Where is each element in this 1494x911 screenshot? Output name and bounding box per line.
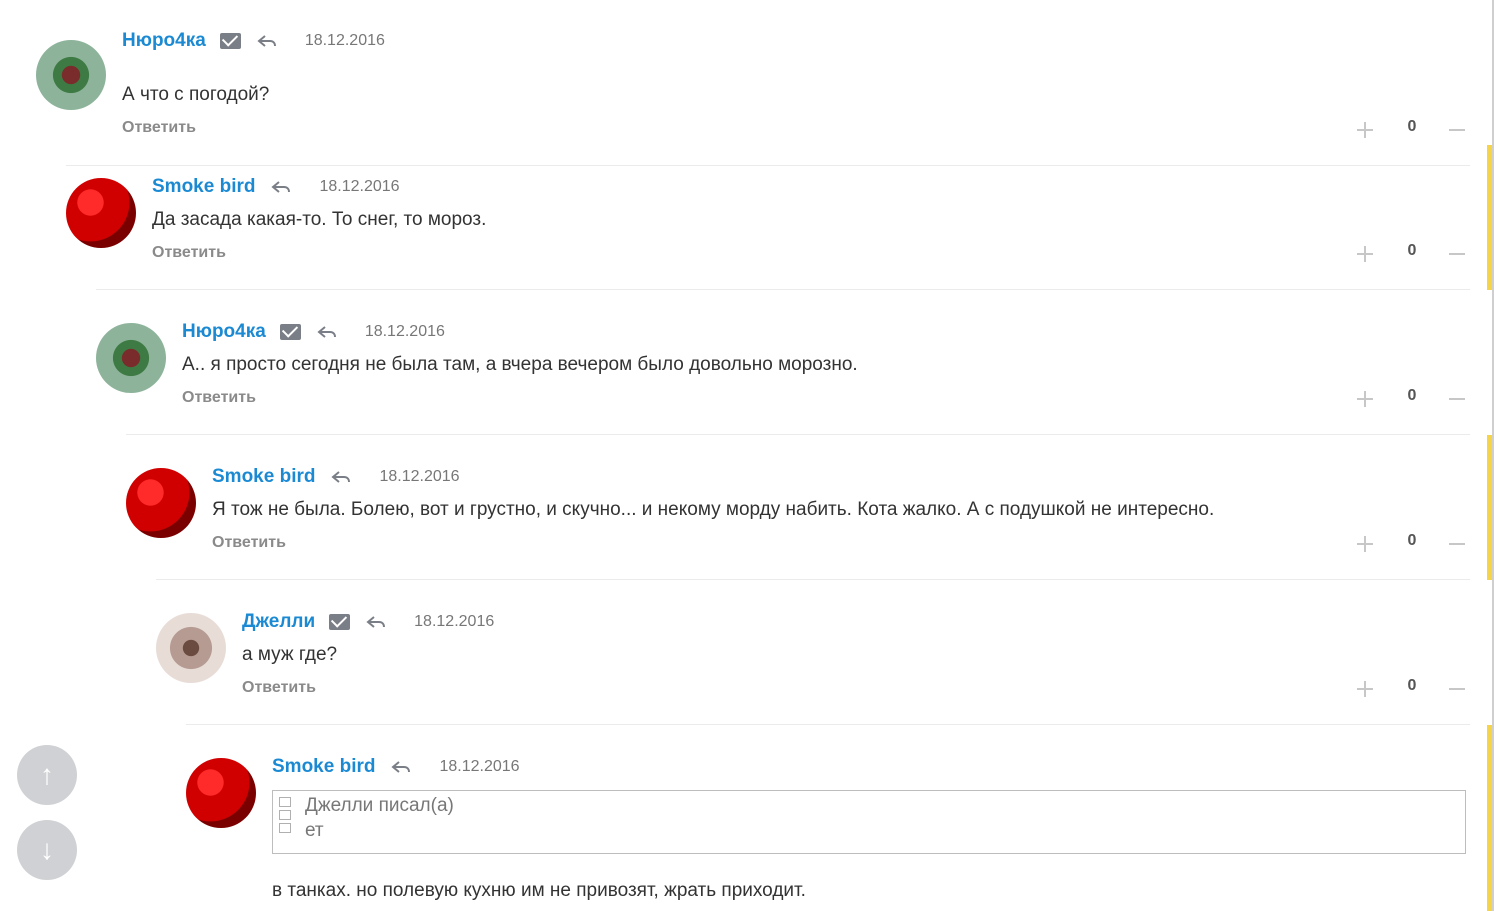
author-name[interactable]: Smoke bird: [272, 756, 375, 778]
quote-text: ет: [305, 820, 324, 841]
downvote-button[interactable]: [1444, 117, 1470, 143]
scroll-down-button[interactable]: ↓: [17, 820, 77, 880]
comment-date: 18.12.2016: [439, 758, 520, 775]
broken-image-icon: [279, 823, 291, 833]
reply-icon[interactable]: [329, 465, 353, 489]
comment-date: 18.12.2016: [379, 468, 460, 485]
comment-text: в танках. но полевую кухню им не привозя…: [272, 880, 806, 901]
comment-text: А что с погодой?: [122, 84, 270, 105]
comment-date: 18.12.2016: [414, 613, 495, 630]
comment-header: Smoke bird 18.12.2016: [152, 167, 400, 207]
avatar[interactable]: [36, 40, 106, 110]
answer-link[interactable]: Ответить: [182, 389, 256, 407]
vote-controls: 0: [1352, 386, 1470, 412]
vote-score: 0: [1407, 242, 1417, 259]
vote-score: 0: [1407, 118, 1417, 135]
vote-score: 0: [1407, 387, 1417, 404]
comment-date: 18.12.2016: [319, 178, 400, 195]
comment-text: а муж где?: [242, 644, 338, 665]
comment-text: Да засада какая-то. То снег, то мороз.: [152, 209, 487, 230]
comment-text: А.. я просто сегодня не была там, а вчер…: [182, 354, 858, 375]
comments-page: Нюро4ка 18.12.2016 А что с погодой? Отве…: [0, 0, 1494, 911]
mail-icon[interactable]: [219, 33, 241, 49]
unread-marker: [1487, 725, 1492, 911]
upvote-button[interactable]: [1352, 241, 1378, 267]
avatar[interactable]: [126, 468, 196, 538]
avatar[interactable]: [66, 178, 136, 248]
upvote-button[interactable]: [1352, 676, 1378, 702]
avatar[interactable]: [186, 758, 256, 828]
answer-link[interactable]: Ответить: [122, 119, 196, 137]
unread-marker: [1487, 435, 1492, 580]
comment: Smoke bird 18.12.2016 Да засада какая-то…: [66, 145, 1492, 290]
comment-header: Нюро4ка 18.12.2016: [122, 21, 385, 61]
comment-date: 18.12.2016: [304, 32, 385, 49]
comment: Smoke bird 18.12.2016 Я тож не была. Бол…: [126, 435, 1492, 580]
comment: Нюро4ка 18.12.2016 А.. я просто сегодня …: [96, 290, 1470, 435]
quote-title: Джелли писал(а): [305, 795, 454, 816]
broken-image-icon: [279, 810, 291, 820]
vote-score: 0: [1407, 532, 1417, 549]
broken-image-icon: [279, 797, 291, 807]
scroll-up-button[interactable]: ↑: [17, 745, 77, 805]
vote-controls: 0: [1352, 117, 1470, 143]
comment-text: Я тож не была. Болею, вот и грустно, и с…: [212, 499, 1215, 520]
reply-icon[interactable]: [269, 175, 293, 199]
mail-icon[interactable]: [279, 324, 301, 340]
comment-header: Smoke bird 18.12.2016: [272, 747, 520, 787]
unread-marker: [1487, 145, 1492, 290]
mail-icon[interactable]: [329, 614, 351, 630]
downvote-button[interactable]: [1444, 241, 1470, 267]
vote-controls: 0: [1352, 241, 1470, 267]
author-name[interactable]: Нюро4ка: [122, 30, 206, 52]
upvote-button[interactable]: [1352, 531, 1378, 557]
vote-controls: 0: [1352, 676, 1470, 702]
avatar[interactable]: [156, 613, 226, 683]
downvote-button[interactable]: [1444, 386, 1470, 412]
comment-date: 18.12.2016: [364, 323, 445, 340]
quote-block: Джелли писал(а) ет: [272, 790, 1466, 854]
comment: Джелли 18.12.2016 а муж где? Ответить 0: [156, 580, 1470, 725]
answer-link[interactable]: Ответить: [152, 244, 226, 262]
comment-header: Нюро4ка 18.12.2016: [182, 312, 445, 352]
upvote-button[interactable]: [1352, 117, 1378, 143]
vote-score: 0: [1407, 677, 1417, 694]
author-name[interactable]: Нюро4ка: [182, 321, 266, 343]
downvote-button[interactable]: [1444, 531, 1470, 557]
avatar[interactable]: [96, 323, 166, 393]
arrow-down-icon: ↓: [40, 834, 54, 865]
upvote-button[interactable]: [1352, 386, 1378, 412]
comment-header: Smoke bird 18.12.2016: [212, 457, 460, 497]
author-name[interactable]: Smoke bird: [212, 466, 315, 488]
answer-link[interactable]: Ответить: [242, 679, 316, 697]
reply-icon[interactable]: [315, 320, 339, 344]
downvote-button[interactable]: [1444, 676, 1470, 702]
comment: Smoke bird 18.12.2016 Джелли писал(а) ет…: [186, 725, 1492, 911]
author-name[interactable]: Smoke bird: [152, 176, 255, 198]
author-name[interactable]: Джелли: [242, 611, 315, 633]
arrow-up-icon: ↑: [40, 759, 54, 790]
reply-icon[interactable]: [389, 755, 413, 779]
answer-link[interactable]: Ответить: [212, 534, 286, 552]
reply-icon[interactable]: [255, 29, 279, 53]
reply-icon[interactable]: [364, 610, 388, 634]
comment-header: Джелли 18.12.2016: [242, 602, 494, 642]
vote-controls: 0: [1352, 531, 1470, 557]
